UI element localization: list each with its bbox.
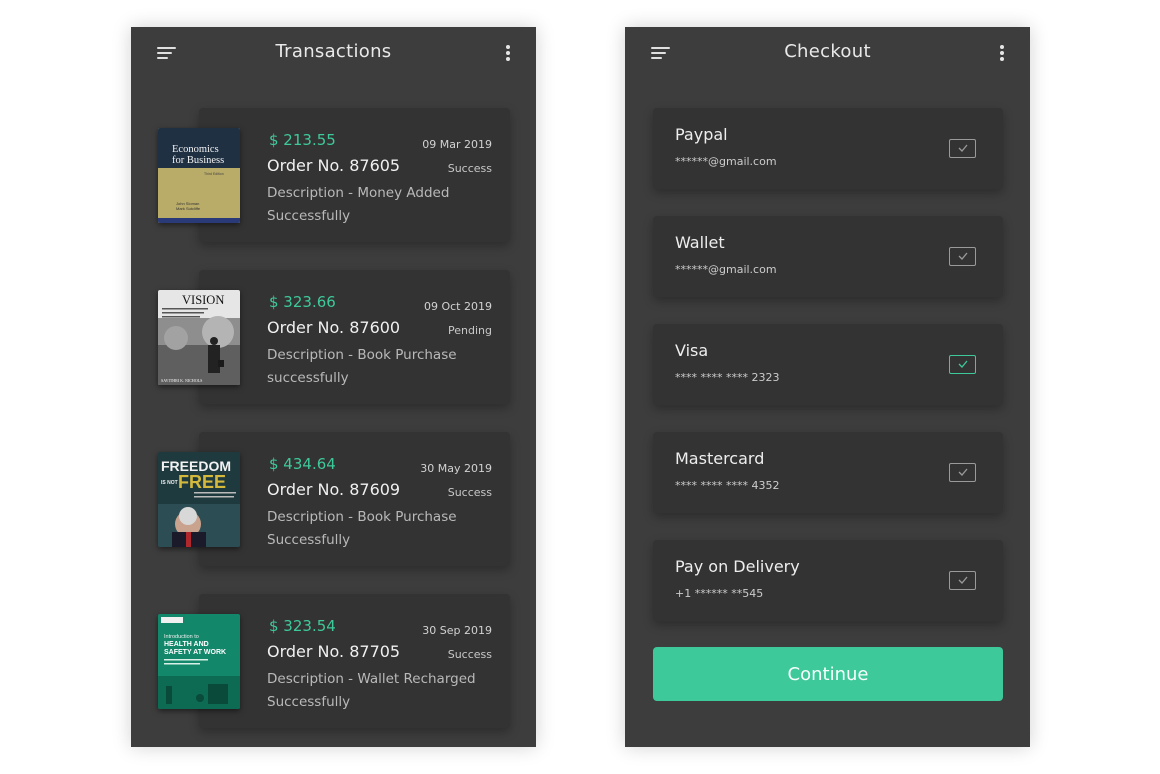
check-icon	[958, 360, 968, 368]
cover-author: Mark Sutcliffe	[176, 206, 201, 211]
status-badge: Success	[447, 648, 492, 661]
payment-checkbox-selected[interactable]	[949, 355, 976, 374]
check-icon	[958, 576, 968, 584]
cover-title: for Business	[172, 155, 224, 166]
transaction-date: 30 Sep 2019	[422, 624, 492, 637]
payment-option-pay-on-delivery[interactable]: Pay on Delivery +1 ****** **545	[653, 540, 1003, 621]
transaction-date: 09 Oct 2019	[423, 300, 492, 313]
checkout-screen: Checkout Paypal ******@gmail.com Wallet …	[625, 27, 1030, 747]
payment-method-name: Paypal	[675, 125, 728, 144]
payment-method-detail: ******@gmail.com	[675, 155, 777, 168]
check-icon	[958, 144, 968, 152]
more-vertical-icon[interactable]	[998, 45, 1006, 63]
description-line: Description - Book Purchase	[267, 347, 457, 363]
payment-option-paypal[interactable]: Paypal ******@gmail.com	[653, 108, 1003, 189]
payment-checkbox[interactable]	[949, 139, 976, 158]
payment-option-wallet[interactable]: Wallet ******@gmail.com	[653, 216, 1003, 297]
status-badge: Success	[447, 162, 492, 175]
transaction-description: Description - Money Added Successfully	[267, 182, 502, 228]
transactions-app-bar: Transactions	[131, 27, 536, 81]
payment-method-name: Pay on Delivery	[675, 557, 800, 576]
cover-title: SAFETY AT WORK	[164, 649, 226, 656]
book-cover-vision: VISION SAVITHRI K. NICHOLS	[158, 290, 240, 385]
payment-method-detail: +1 ****** **545	[675, 587, 764, 600]
description-line: Description - Book Purchase	[267, 509, 457, 525]
book-cover-economics: Economics for Business Third Edition Joh…	[158, 128, 240, 223]
transaction-card[interactable]: $ 323.54 30 Sep 2019 Order No. 87705 Suc…	[199, 594, 510, 728]
transaction-description: Description - Book Purchase successfully	[267, 344, 502, 390]
cover-title: IS NOT	[161, 480, 178, 486]
transaction-card[interactable]: $ 434.64 30 May 2019 Order No. 87609 Suc…	[199, 432, 510, 566]
status-badge: Pending	[448, 324, 492, 337]
description-line: Description - Money Added	[267, 185, 450, 201]
payment-option-mastercard[interactable]: Mastercard **** **** **** 4352	[653, 432, 1003, 513]
payment-checkbox[interactable]	[949, 571, 976, 590]
order-number: Order No. 87605	[267, 156, 401, 175]
payment-method-name: Visa	[675, 341, 709, 360]
book-cover-freedom: FREEDOM IS NOT FREE	[158, 452, 240, 547]
cover-title: Introduction to	[164, 634, 199, 640]
transaction-amount: $ 323.66	[269, 293, 336, 311]
transaction-description: Description - Wallet Recharged Successfu…	[267, 668, 502, 714]
more-vertical-icon[interactable]	[504, 45, 512, 63]
page-title: Checkout	[784, 41, 871, 62]
transaction-card[interactable]: $ 213.55 09 Mar 2019 Order No. 87605 Suc…	[199, 108, 510, 242]
cover-title: VISION	[182, 293, 224, 307]
transaction-date: 30 May 2019	[420, 462, 492, 475]
description-line: Successfully	[267, 208, 351, 224]
check-icon	[958, 468, 968, 476]
transaction-description: Description - Book Purchase Successfully	[267, 506, 502, 552]
order-number: Order No. 87600	[267, 318, 401, 337]
transaction-amount: $ 323.54	[269, 617, 336, 635]
continue-button[interactable]: Continue	[653, 647, 1003, 701]
checkout-app-bar: Checkout	[625, 27, 1030, 81]
cover-author: SAVITHRI K. NICHOLS	[161, 378, 202, 383]
transaction-date: 09 Mar 2019	[422, 138, 492, 151]
payment-method-name: Mastercard	[675, 449, 765, 468]
payment-checkbox[interactable]	[949, 247, 976, 266]
description-line: Description - Wallet Recharged	[267, 671, 476, 687]
order-number: Order No. 87609	[267, 480, 401, 499]
transaction-amount: $ 434.64	[269, 455, 336, 473]
cover-edition: Third Edition	[204, 172, 224, 176]
transaction-amount: $ 213.55	[269, 131, 336, 149]
check-icon	[958, 252, 968, 260]
payment-method-detail: **** **** **** 4352	[675, 479, 780, 492]
transactions-screen: Transactions $ 213.55 09 Mar 2019 Order …	[131, 27, 536, 747]
cover-title: Economics	[172, 144, 219, 155]
order-number: Order No. 87705	[267, 642, 401, 661]
cover-title: FREE	[178, 472, 226, 492]
description-line: successfully	[267, 370, 349, 386]
payment-method-detail: ******@gmail.com	[675, 263, 777, 276]
description-line: Successfully	[267, 694, 351, 710]
transaction-card[interactable]: $ 323.66 09 Oct 2019 Order No. 87600 Pen…	[199, 270, 510, 404]
payment-checkbox[interactable]	[949, 463, 976, 482]
payment-method-name: Wallet	[675, 233, 725, 252]
cover-title: HEALTH AND	[164, 641, 209, 648]
status-badge: Success	[447, 486, 492, 499]
description-line: Successfully	[267, 532, 351, 548]
book-cover-health-safety: Introduction to HEALTH AND SAFETY AT WOR…	[158, 614, 240, 709]
payment-method-detail: **** **** **** 2323	[675, 371, 780, 384]
page-title: Transactions	[275, 41, 392, 62]
payment-option-visa[interactable]: Visa **** **** **** 2323	[653, 324, 1003, 405]
